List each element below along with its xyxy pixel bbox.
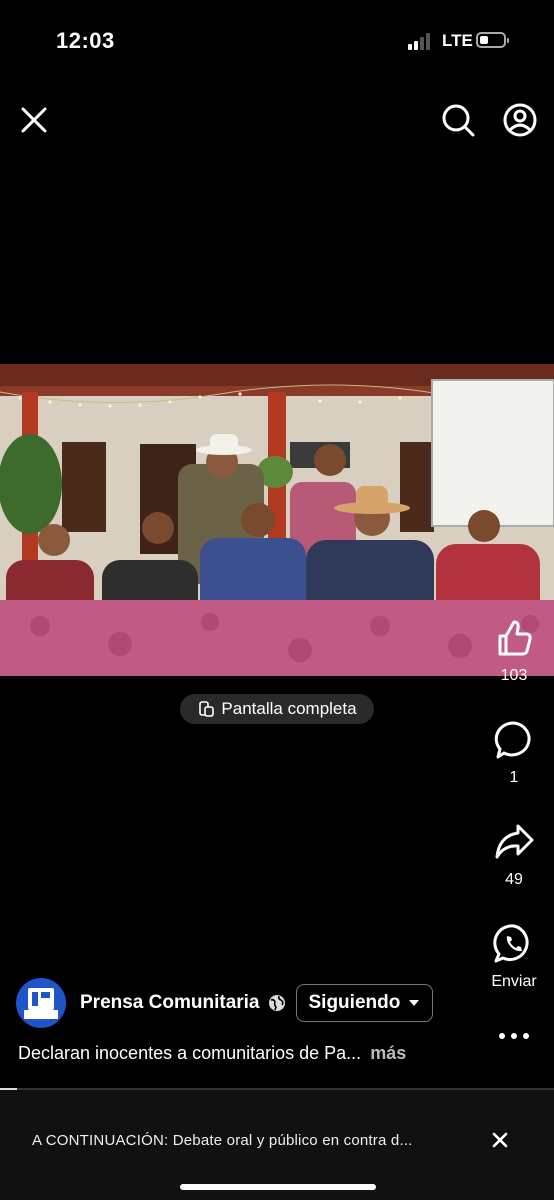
see-more-link[interactable]: más	[370, 1043, 406, 1063]
status-time: 12:03	[56, 28, 115, 53]
status-bar: 12:03 LTE	[0, 0, 554, 80]
comment-icon	[494, 721, 531, 759]
battery-icon	[476, 32, 509, 48]
globe-icon	[268, 995, 285, 1011]
caption-text: Declaran inocentes a comunitarios de Pa.…	[18, 1043, 362, 1063]
post-caption[interactable]: Declaran inocentes a comunitarios de Pa.…	[18, 1043, 406, 1064]
up-next-text: A CONTINUACIÓN: Debate oral y público en…	[32, 1132, 413, 1149]
fullscreen-button[interactable]: Pantalla completa	[180, 694, 374, 724]
author-row: Prensa Comunitaria Siguiendo	[16, 978, 476, 1028]
video-player[interactable]	[0, 364, 554, 676]
more-options-icon[interactable]	[496, 1026, 532, 1046]
comment-button[interactable]: 1	[484, 718, 544, 787]
rotate-phone-icon	[199, 701, 215, 717]
share-button[interactable]: 49	[484, 820, 544, 889]
signal-icon	[408, 32, 436, 50]
whatsapp-icon	[493, 924, 529, 963]
caret-down-icon	[409, 1000, 420, 1006]
search-icon[interactable]	[436, 98, 480, 142]
share-count: 49	[505, 871, 523, 888]
network-type: LTE	[442, 31, 473, 50]
share-arrow-icon	[495, 824, 534, 859]
prensa-logo-icon	[24, 988, 58, 1019]
fullscreen-label: Pantalla completa	[221, 699, 357, 718]
avatar[interactable]	[16, 978, 66, 1028]
close-icon[interactable]	[12, 98, 56, 142]
send-label: Enviar	[491, 973, 537, 990]
following-label: Siguiendo	[308, 992, 401, 1013]
home-indicator	[180, 1184, 376, 1190]
close-up-next-icon[interactable]	[490, 1130, 510, 1150]
following-button[interactable]: Siguiendo	[295, 984, 434, 1022]
up-next-bar[interactable]: A CONTINUACIÓN: Debate oral y público en…	[0, 1090, 554, 1200]
thumbs-up-icon	[498, 620, 532, 656]
like-count: 103	[500, 667, 528, 684]
comment-count: 1	[509, 769, 519, 786]
battery-level	[480, 36, 488, 44]
whatsapp-send-button[interactable]: Enviar	[484, 922, 544, 991]
like-button[interactable]: 103	[484, 616, 544, 685]
author-name[interactable]: Prensa Comunitaria	[80, 992, 260, 1014]
profile-icon[interactable]	[498, 98, 542, 142]
video-frame	[0, 364, 554, 676]
